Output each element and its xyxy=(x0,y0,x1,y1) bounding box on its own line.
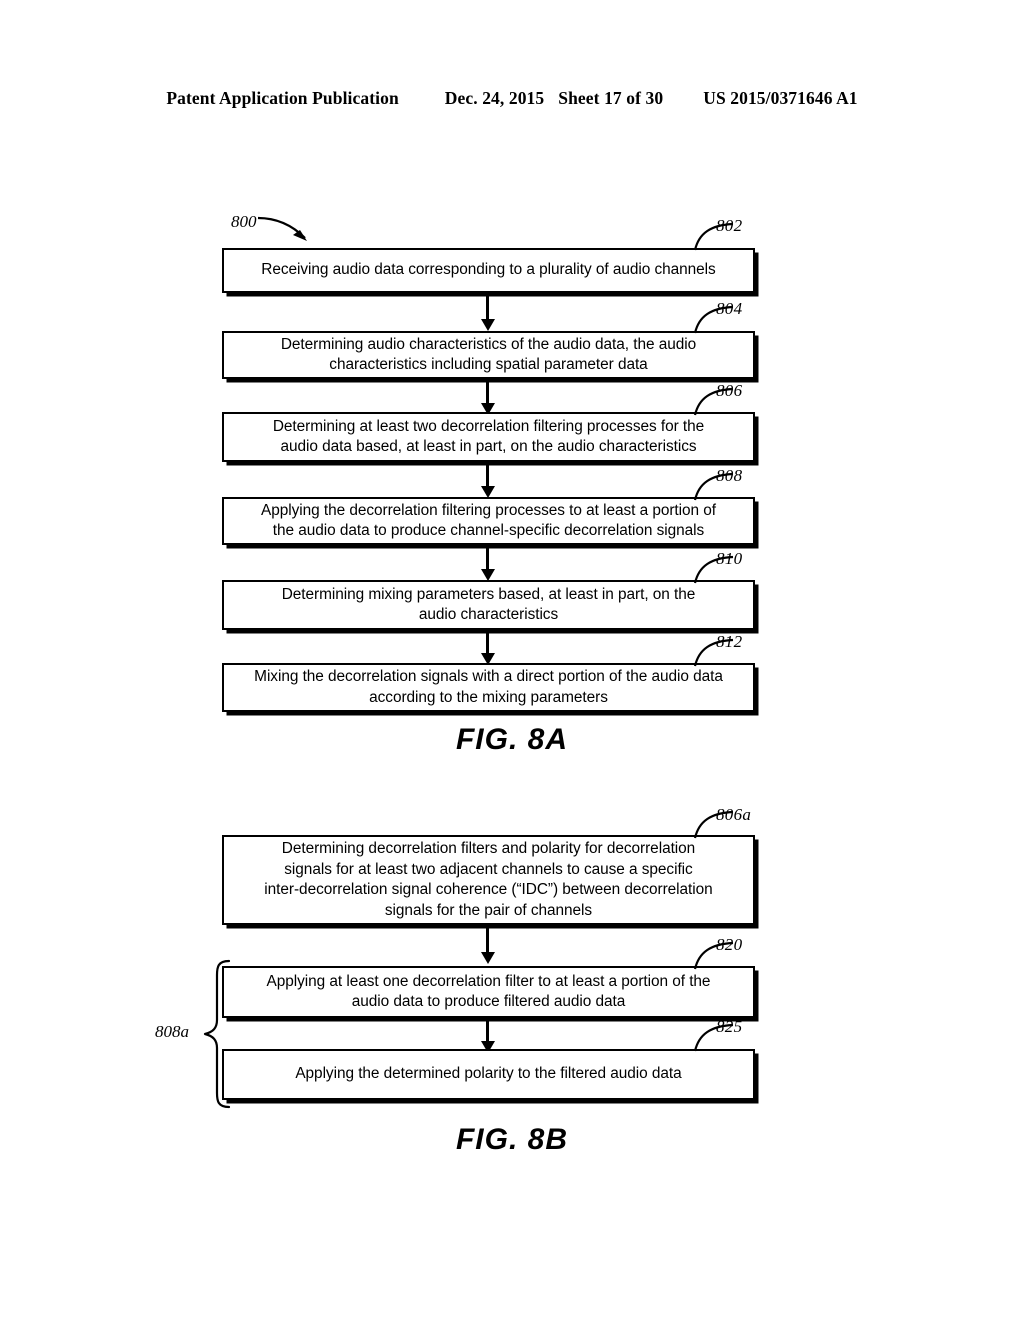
ref-numeral-812: 812 xyxy=(716,632,743,651)
figure-8b: Determining decorrelation filters and po… xyxy=(0,0,1024,1156)
flow-box-806-text: Determining at least two decorrelation f… xyxy=(272,417,705,456)
flow-box-812: Mixing the decorrelation signals with a … xyxy=(222,663,755,712)
flow-box-810: Determining mixing parameters based, at … xyxy=(222,580,755,630)
ref-numeral-808: 808 xyxy=(716,466,743,485)
ref-numeral-825: 825 xyxy=(716,1017,743,1036)
flow-box-810-text: Determining mixing parameters based, at … xyxy=(281,585,696,624)
connector-arrow-806-808 xyxy=(481,464,495,498)
flow-box-806a: Determining decorrelation filters and po… xyxy=(222,835,755,925)
ref-numeral-820: 820 xyxy=(716,935,743,954)
flow-box-820-text: Applying at least one decorrelation filt… xyxy=(266,972,711,1011)
flow-box-806a-text: Determining decorrelation filters and po… xyxy=(264,840,713,919)
flow-box-806: Determining at least two decorrelation f… xyxy=(222,412,755,462)
ref-numeral-810: 810 xyxy=(716,549,743,568)
flow-box-812-text: Mixing the decorrelation signals with a … xyxy=(254,668,723,706)
connector-arrow-810-812 xyxy=(481,632,495,665)
ref-numeral-806a: 806a xyxy=(716,805,752,824)
flow-box-825-text: Applying the determined polarity to the … xyxy=(295,1065,682,1083)
figure-8a-caption: FIG. 8A xyxy=(455,723,568,756)
figure-8b-caption: FIG. 8B xyxy=(455,1123,568,1156)
group-brace-label-808a: 808a xyxy=(155,1022,189,1041)
connector-arrow-808-810 xyxy=(481,547,495,581)
flow-box-808: Applying the decorrelation filtering pro… xyxy=(222,497,755,545)
flow-box-808-text: Applying the decorrelation filtering pro… xyxy=(260,501,716,540)
connector-arrow-806a-820 xyxy=(481,927,495,964)
flow-box-825: Applying the determined polarity to the … xyxy=(222,1049,755,1100)
flow-box-820: Applying at least one decorrelation filt… xyxy=(222,966,755,1018)
